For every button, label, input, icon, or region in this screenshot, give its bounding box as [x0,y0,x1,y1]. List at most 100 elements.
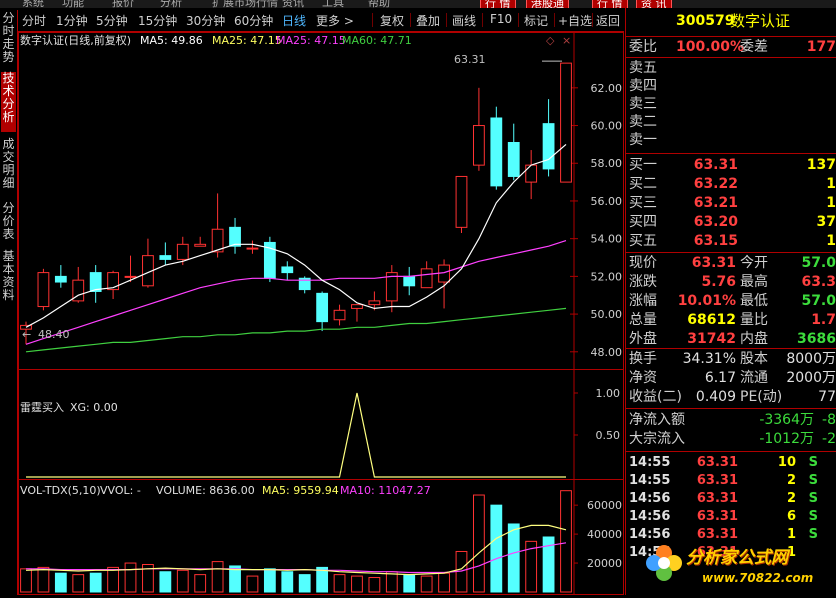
side-tab-trades[interactable]: 成交明细 [1,138,16,194]
tick-price: 63.31 [696,509,738,524]
period-1min[interactable]: 1分钟 [56,12,88,29]
vol-ma10-label: MA10: 11047.27 [340,484,431,497]
f10-button[interactable]: F10 [490,12,512,26]
volume-bar-down [263,568,276,593]
volume-bar-down [89,572,102,593]
buy-level-row: 买二 63.22 1 [626,175,836,193]
volume-bar-up [438,572,450,593]
side-tab-intraday[interactable]: 分时走势 [1,12,16,66]
tick-row: 14:56 63.31 2 S [626,490,836,508]
fund-flow-row: 大宗流入 -1012万 -2 [626,430,836,448]
fundamental-value: 2000万 [786,370,836,386]
menu-item-tools[interactable]: 工具 [322,0,344,8]
ma5-line [25,143,567,328]
menu-tab-news[interactable]: 资 讯 [636,0,672,8]
divider [626,348,836,349]
watermark-logo: 分析家公式网 www.70822.com [642,535,836,595]
tick-side: S [808,491,818,506]
menu-tab-hk-connect[interactable]: 港股通 [526,0,569,8]
side-tab-profile[interactable]: 基本资料 [1,250,16,306]
add-watchlist-button[interactable]: +自选 [558,12,592,29]
watermark-flower-icon [646,545,682,581]
toolbar-divider [482,13,483,27]
ma25b-legend: MA25: 47.15 [276,34,346,47]
stat-label: 外盘 [629,331,657,347]
price-tick-label: 54.00 [591,233,623,246]
menu-item-ext-market[interactable]: 扩展市场行情 [212,0,278,8]
menu-item-function[interactable]: 功能 [62,0,84,8]
chart-area[interactable]: 数字认证(日线,前复权) MA5: 49.86 MA25: 47.15 MA25… [18,32,624,595]
divider [626,153,836,154]
tick-time: 14:56 [629,509,671,524]
fund-flow-extra: -2 [822,431,836,447]
tick-row: 14:56 63.31 6 S [626,508,836,526]
tick-price: 63.31 [696,455,738,470]
period-daily[interactable]: 日线 [282,12,306,29]
adjust-button[interactable]: 复权 [380,12,404,29]
period-60min[interactable]: 60分钟 [234,12,273,29]
close-icon[interactable]: × [562,34,571,47]
draw-line-button[interactable]: 画线 [452,12,476,29]
period-intraday[interactable]: 分时 [22,12,46,29]
vol-ma5-label: MA5: 9559.94 [262,484,339,497]
high-marker-label: 63.31 [454,53,486,66]
fundamental-value: 8000万 [786,351,836,367]
toolbar-divider [554,13,555,27]
period-5min[interactable]: 5分钟 [96,12,128,29]
divider [626,408,836,409]
watermark-brand: 分析家公式网 [686,548,788,568]
quote-stat-row: 现价 63.31 今开 57.0 [626,254,836,272]
stat-value: 5.76 [701,274,736,290]
low-marker-label: 48.40 [38,328,70,341]
tick-row: 14:55 63.31 2 S [626,472,836,490]
tick-price: 63.31 [696,491,738,506]
volume-bar-up [72,574,85,593]
low-marker-arrow: ← [22,328,31,341]
tick-time: 14:55 [629,455,671,470]
diamond-icon[interactable]: ◇ [546,34,555,47]
menu-item-info[interactable]: 资讯 [282,0,304,8]
menu-tab-quote-2[interactable]: 行 情 [592,0,628,8]
toolbar-divider [410,13,411,27]
menu-tab-quote[interactable]: 行 情 [480,0,516,8]
ma25-legend: MA25: 47.15 [212,34,282,47]
back-button[interactable]: 返回 [596,12,620,29]
sell-level-label: 卖三 [629,96,657,112]
menu-item-analysis[interactable]: 分析 [160,0,182,8]
candle-down [316,292,329,323]
price-tick-label: 62.00 [591,82,623,95]
menu-item-system[interactable]: 系统 [22,0,44,8]
stat-label: 最高 [740,274,768,290]
fund-flow-value: -1012万 [759,431,814,447]
buy-level-volume: 1 [826,195,836,211]
candle-down [490,117,503,187]
buy-level-volume: 1 [826,233,836,249]
sell-level-row: 卖三 [626,95,836,113]
price-tick-label: 52.00 [591,270,623,283]
overlay-button[interactable]: 叠加 [416,12,440,29]
quote-stat-row: 外盘 31742 内盘 3686 [626,330,836,348]
kline-chart-svg[interactable]: 数字认证(日线,前复权) MA5: 49.86 MA25: 47.15 MA25… [18,32,624,595]
volume-tick-label: 60000 [587,499,622,512]
volume-bar-up [351,575,363,593]
fundamental-label: 净资 [629,370,657,386]
stat-value: 10.01% [677,293,736,309]
menu-item-quote[interactable]: 报价 [112,0,134,8]
stat-value: 1.7 [811,312,836,328]
side-tab-price-table[interactable]: 分价表 [1,202,16,244]
mark-button[interactable]: 标记 [524,12,548,29]
period-30min[interactable]: 30分钟 [186,12,225,29]
volume-bar-up [124,562,137,593]
weibi-label: 委比 [629,39,657,55]
fund-flow-extra: -8 [822,412,836,428]
menu-item-help[interactable]: 帮助 [368,0,390,8]
candle-up [351,304,363,309]
ma5-legend: MA5: 49.86 [140,34,203,47]
period-more[interactable]: 更多 > [316,12,354,29]
tick-volume: 6 [786,509,796,524]
side-tab-technical[interactable]: 技术分析 [1,72,16,132]
candle-down [403,275,416,287]
price-tick-label: 60.00 [591,120,623,133]
period-15min[interactable]: 15分钟 [138,12,177,29]
candle-up [246,247,259,250]
